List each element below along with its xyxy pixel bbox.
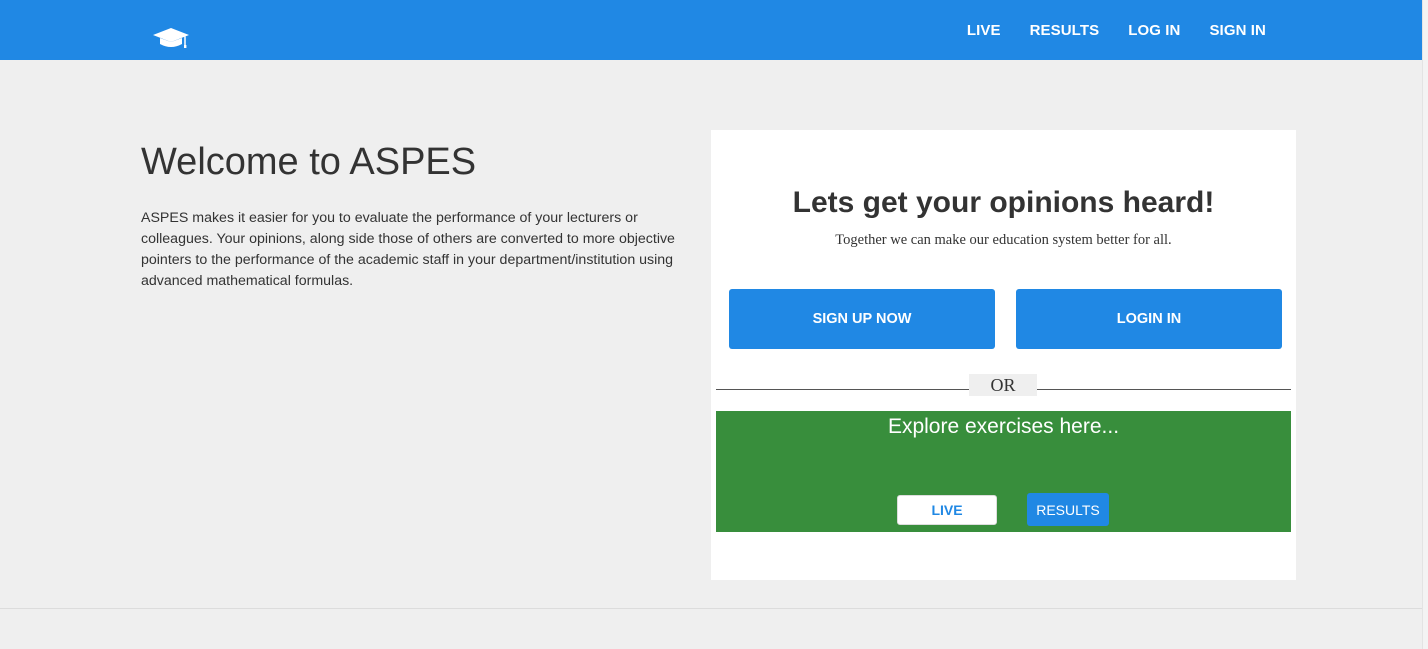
top-navbar: LIVE RESULTS LOG IN SIGN IN xyxy=(0,0,1422,60)
nav-links: LIVE RESULTS LOG IN SIGN IN xyxy=(967,0,1266,60)
explore-live-button[interactable]: LIVE xyxy=(897,495,997,525)
nav-log-in-link[interactable]: LOG IN xyxy=(1128,22,1180,39)
intro-section: Welcome to ASPES ASPES makes it easier f… xyxy=(141,140,696,292)
nav-results-link[interactable]: RESULTS xyxy=(1030,22,1100,39)
page-title: Welcome to ASPES xyxy=(141,141,477,183)
explore-results-button[interactable]: RESULTS xyxy=(1027,493,1109,526)
footer-divider xyxy=(0,608,1422,609)
page-scrollbar[interactable] xyxy=(1422,0,1428,649)
card-heading: Lets get your opinions heard! xyxy=(792,186,1215,219)
intro-description: ASPES makes it easier for you to evaluat… xyxy=(141,210,675,289)
nav-live-link[interactable]: LIVE xyxy=(967,22,1001,39)
nav-sign-in-link[interactable]: SIGN IN xyxy=(1209,22,1266,39)
or-divider-label: OR xyxy=(969,374,1037,396)
explore-panel: Explore exercises here... LIVE RESULTS xyxy=(716,411,1291,532)
card-tagline: Together we can make our education syste… xyxy=(835,232,1172,248)
login-button[interactable]: LOGIN IN xyxy=(1016,289,1282,349)
graduation-cap-icon[interactable] xyxy=(152,24,190,50)
sign-up-now-button[interactable]: SIGN UP NOW xyxy=(729,289,995,349)
explore-title: Explore exercises here... xyxy=(887,415,1120,438)
